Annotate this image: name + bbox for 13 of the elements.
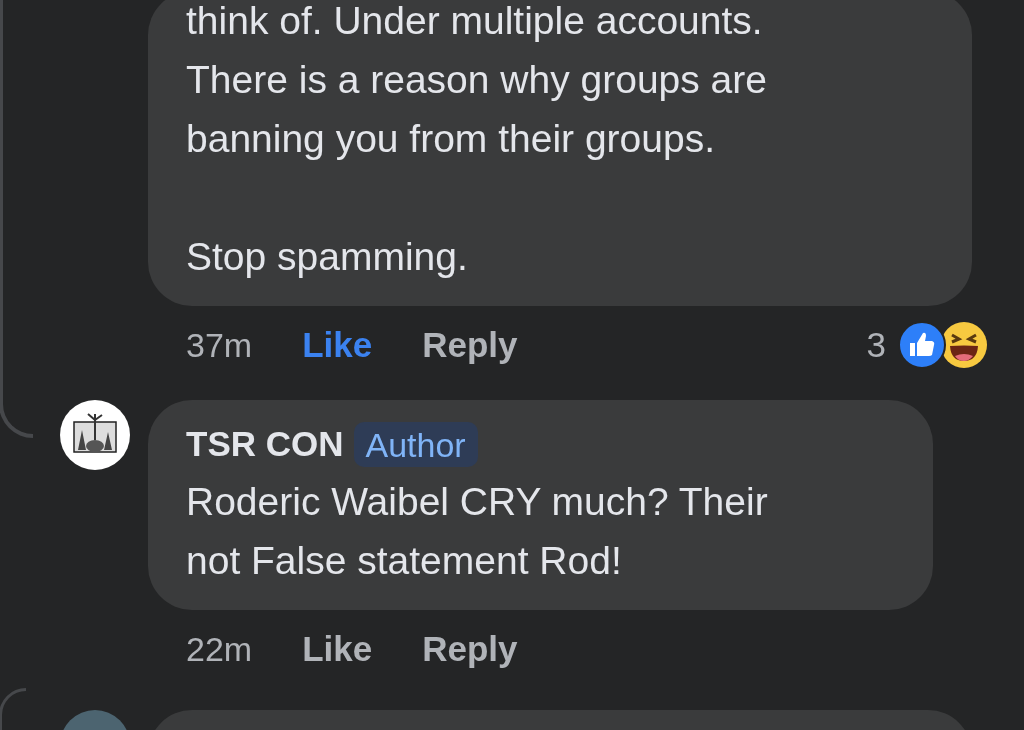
reply-link[interactable]: Reply — [422, 325, 518, 365]
commenter-name[interactable]: TSR CON — [186, 424, 344, 464]
reaction-count[interactable]: 3 — [866, 325, 886, 365]
comment-text: Roderic Waibel CRY much? Their not False statement Rod! — [186, 479, 769, 584]
like-link[interactable]: Like — [302, 629, 373, 669]
comment-time: 22m — [186, 629, 253, 669]
like-link[interactable]: Like — [302, 325, 373, 365]
comment-text: think of. Under multiple accounts. There is a reason why groups are banning you from their groups. — [186, 0, 768, 162]
like-reaction-icon — [898, 321, 946, 369]
comment-time: 37m — [186, 325, 253, 365]
reply-link[interactable]: Reply — [422, 629, 518, 669]
author-badge: Author — [353, 421, 478, 467]
comment-text: Stop spamming. — [186, 234, 469, 280]
